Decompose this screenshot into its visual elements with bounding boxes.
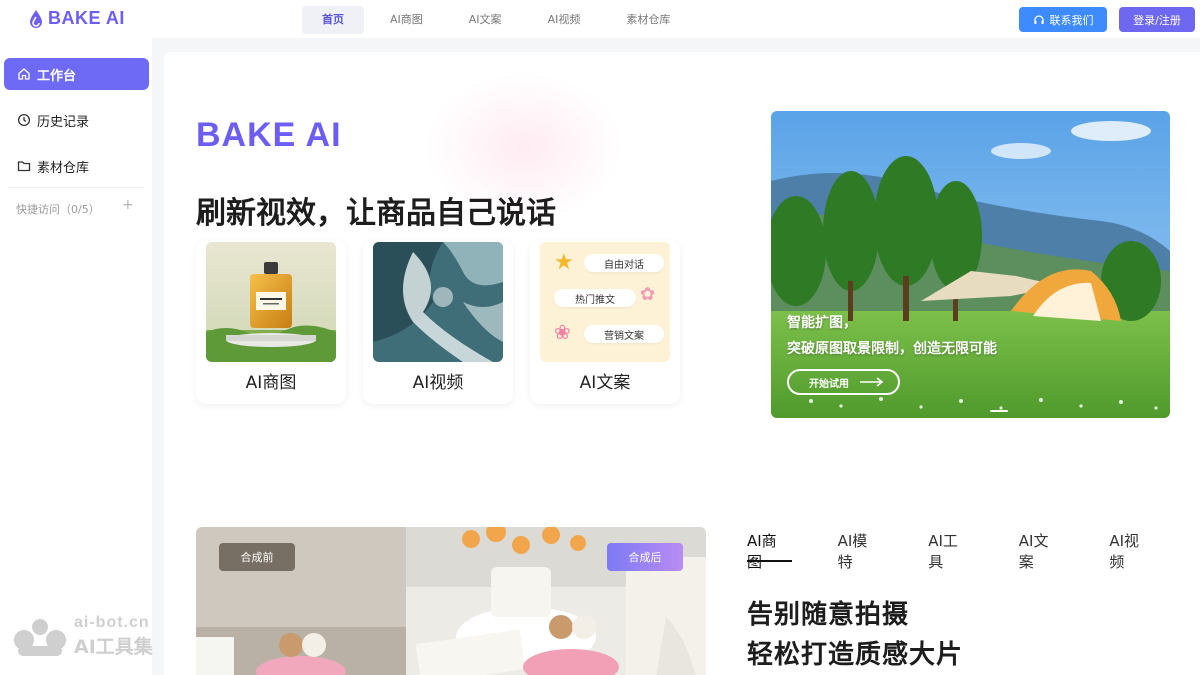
watermark-title: AI工具集 [74, 636, 153, 658]
tab-ai-model[interactable]: AI模特 [838, 530, 883, 571]
card-ai-image[interactable]: AI商图 [196, 240, 346, 404]
sidebar-item-history[interactable]: 历史记录 [4, 104, 149, 136]
watermark-url: ai-bot.cn [74, 614, 150, 631]
card-label: AI商图 [245, 373, 297, 393]
pill-hot-posts: 热门推文 [554, 289, 636, 307]
card-label: AI视频 [412, 373, 464, 393]
sidebar-item-assets[interactable]: 素材仓库 [4, 150, 149, 182]
nav-ai-video[interactable]: AI视频 [528, 6, 601, 34]
start-trial-label: 开始试用 [809, 378, 849, 390]
ocean-image [373, 242, 503, 362]
add-quick-access-icon[interactable]: + [122, 197, 134, 213]
hero-headline: 刷新视效，让商品自己说话 [196, 196, 556, 231]
before-after-comparison[interactable]: 合成前 合成后 [196, 527, 706, 675]
sidebar-item-label: 历史记录 [37, 114, 90, 130]
headset-icon [1033, 14, 1044, 24]
showcase-slogan-1: 告别随意拍摄 [747, 600, 910, 630]
top-bar: BAKE AI 首页 AI商图 AI文案 AI视频 素材仓库 联系我们 登录/注… [0, 0, 1200, 38]
card-label: AI文案 [579, 373, 631, 393]
nav-ai-image[interactable]: AI商图 [370, 6, 443, 34]
start-trial-button[interactable]: 开始试用 [787, 369, 900, 395]
before-tag: 合成前 [219, 543, 295, 571]
sidebar-item-label: 素材仓库 [37, 160, 90, 176]
after-tag: 合成后 [607, 543, 683, 571]
arrow-right-icon [860, 377, 884, 387]
sidebar: 工作台 历史记录 素材仓库 快捷访问（0/5） + [0, 38, 152, 675]
sidebar-item-workbench[interactable]: 工作台 [4, 58, 149, 90]
folder-icon [17, 161, 31, 172]
watermark-logo-icon [14, 618, 66, 656]
tab-ai-copy[interactable]: AI文案 [1019, 530, 1064, 571]
card-ai-copy[interactable]: ★ 自由对话 热门推文 ✿ ❀ 营销文案 AI文案 [530, 240, 680, 404]
tab-ai-video[interactable]: AI视频 [1109, 530, 1154, 571]
logo[interactable]: BAKE AI [28, 8, 125, 29]
hero-banner[interactable]: 智能扩图， 突破原图取景限制，创造无限可能 开始试用 [771, 111, 1170, 418]
sidebar-item-label: 工作台 [37, 68, 77, 84]
main-content: BAKE AI 刷新视效，让商品自己说话 AI商图 AI视频 ★ 自由对话 热门… [164, 52, 1200, 675]
nav-home[interactable]: 首页 [302, 6, 364, 34]
contact-button[interactable]: 联系我们 [1019, 7, 1107, 32]
perfume-image [206, 242, 336, 362]
pill-free-chat: 自由对话 [584, 254, 664, 272]
tab-ai-image[interactable]: AI商图 [747, 530, 792, 571]
nav-ai-copy[interactable]: AI文案 [449, 6, 522, 34]
sidebar-divider [8, 187, 144, 188]
login-button[interactable]: 登录/注册 [1119, 7, 1195, 32]
pill-marketing-copy: 营销文案 [584, 325, 664, 343]
home-icon [18, 68, 30, 80]
logo-drop-icon [30, 9, 42, 28]
blossom-icon: ❀ [554, 320, 571, 344]
hero-brand: BAKE AI [196, 116, 342, 154]
banner-title: 智能扩图， [787, 315, 857, 331]
showcase-tabs: AI商图 AI模特 AI工具 AI文案 AI视频 [747, 530, 1200, 571]
banner-subtitle: 突破原图取景限制，创造无限可能 [787, 341, 997, 357]
carousel-indicator[interactable] [990, 410, 1008, 412]
tab-ai-tools[interactable]: AI工具 [928, 530, 973, 571]
main-nav: 首页 AI商图 AI文案 AI视频 素材仓库 [302, 6, 696, 34]
star-icon: ★ [554, 250, 574, 275]
watermark: ai-bot.cn AI工具集 [12, 614, 153, 659]
flower-icon: ✿ [640, 284, 656, 305]
clock-icon [17, 113, 31, 127]
logo-text: BAKE AI [48, 8, 125, 28]
contact-button-label: 联系我们 [1049, 13, 1094, 27]
showcase-slogan-2: 轻松打造质感大片 [747, 640, 964, 670]
nav-assets[interactable]: 素材仓库 [606, 6, 690, 34]
card-ai-video[interactable]: AI视频 [363, 240, 513, 404]
quick-access-label: 快捷访问（0/5） [16, 203, 100, 216]
copy-illustration: ★ 自由对话 热门推文 ✿ ❀ 营销文案 [540, 242, 670, 362]
